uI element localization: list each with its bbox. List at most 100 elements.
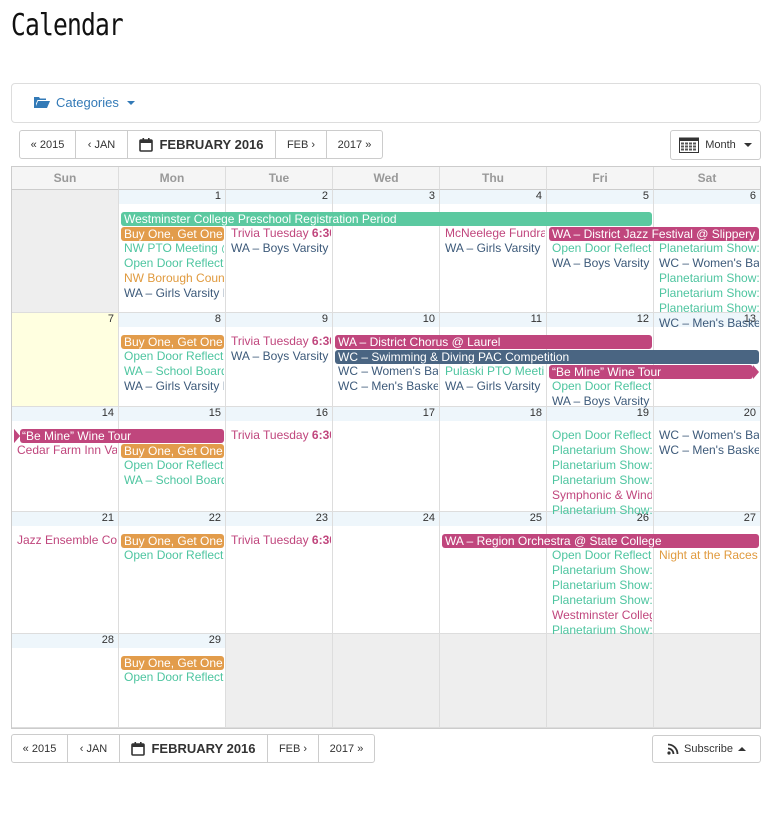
- day-cell[interactable]: [333, 634, 440, 728]
- day-cell[interactable]: 16: [226, 407, 333, 512]
- subscribe-button[interactable]: Subscribe: [652, 735, 761, 763]
- allday-event-bar[interactable]: WC – Swimming & Diving PAC Competition: [335, 350, 759, 364]
- day-cell[interactable]: 17: [333, 407, 440, 512]
- day-cell[interactable]: 23: [226, 512, 333, 634]
- view-selector-button[interactable]: Month: [670, 130, 761, 160]
- event-item[interactable]: WA – Boys Varsity: [549, 256, 652, 271]
- current-month-button[interactable]: FEBRUARY 2016: [119, 734, 268, 763]
- next-year-button[interactable]: 2017 »: [318, 734, 375, 763]
- event-time: 6:30: [311, 533, 331, 547]
- allday-event-bar[interactable]: Buy One, Get One: [121, 656, 224, 670]
- day-cell[interactable]: 18: [440, 407, 547, 512]
- day-number: 11: [530, 313, 542, 325]
- next-year-button[interactable]: 2017 »: [326, 130, 383, 159]
- event-item[interactable]: Planetarium Show:: [656, 241, 759, 256]
- event-item[interactable]: McNeelege Fundra: [442, 226, 545, 241]
- event-item[interactable]: Jazz Ensemble Co: [14, 533, 117, 548]
- event-item[interactable]: Pulaski PTO Meeti: [442, 364, 545, 379]
- event-item[interactable]: Planetarium Show:: [656, 301, 759, 316]
- day-cell[interactable]: 28: [12, 634, 119, 728]
- event-item[interactable]: WC – Women's Ba: [656, 256, 759, 271]
- day-cell[interactable]: [226, 634, 333, 728]
- event-item[interactable]: WA – School Board: [121, 473, 224, 488]
- prev-month-button[interactable]: ‹ JAN: [75, 130, 128, 159]
- event-item[interactable]: Planetarium Show:: [549, 473, 652, 488]
- allday-event-bar[interactable]: Buy One, Get One: [121, 335, 224, 349]
- allday-event-bar[interactable]: WA – District Chorus @ Laurel: [335, 335, 652, 349]
- day-cell[interactable]: 7: [12, 313, 119, 407]
- event-item[interactable]: Planetarium Show:: [549, 458, 652, 473]
- allday-event-bar[interactable]: WA – Region Orchestra @ State College: [442, 534, 759, 548]
- event-item[interactable]: WC – Men's Baske: [335, 379, 438, 394]
- current-month-button[interactable]: FEBRUARY 2016: [127, 130, 276, 159]
- day-number: 15: [208, 407, 221, 419]
- event-item[interactable]: Open Door Reflect: [121, 458, 224, 473]
- event-item[interactable]: Open Door Reflect: [549, 428, 652, 443]
- event-item[interactable]: Open Door Reflect: [549, 379, 652, 394]
- day-cell[interactable]: 20: [654, 407, 760, 512]
- day-cell[interactable]: [440, 634, 547, 728]
- event-item[interactable]: WC – Men's Baske: [656, 443, 759, 458]
- allday-event-bar[interactable]: WA – District Jazz Festival @ Slippery R…: [549, 227, 759, 241]
- day-cell[interactable]: 27: [654, 512, 760, 634]
- event-item[interactable]: WC – Women's Ba: [335, 364, 438, 379]
- event-item[interactable]: Open Door Reflect: [121, 256, 224, 271]
- event-item[interactable]: Planetarium Show:: [549, 443, 652, 458]
- event-item[interactable]: NW PTO Meeting @: [121, 241, 224, 256]
- day-cell[interactable]: 14: [12, 407, 119, 512]
- event-item[interactable]: Open Door Reflect: [121, 670, 224, 685]
- event-item[interactable]: Cedar Farm Inn Va: [14, 443, 117, 458]
- event-item[interactable]: WA – Girls Varsity I: [121, 286, 224, 301]
- event-item[interactable]: WA – Girls Varsity: [442, 379, 545, 394]
- day-cell[interactable]: [12, 190, 119, 313]
- day-cell[interactable]: [547, 634, 654, 728]
- event-item[interactable]: NW Borough Coun: [121, 271, 224, 286]
- prev-year-button[interactable]: « 2015: [11, 734, 68, 763]
- event-item[interactable]: Open Door Reflect: [549, 548, 652, 563]
- event-item[interactable]: Trivia Tuesday 6:30: [228, 428, 331, 443]
- allday-event-bar[interactable]: Buy One, Get One: [121, 534, 224, 548]
- event-item[interactable]: Planetarium Show:: [549, 623, 652, 638]
- subscribe-label: Subscribe: [684, 743, 733, 755]
- day-cell[interactable]: 3: [333, 190, 440, 313]
- event-item[interactable]: Trivia Tuesday 6:30: [228, 334, 331, 349]
- event-item[interactable]: Open Door Reflect: [121, 349, 224, 364]
- event-item[interactable]: Planetarium Show:: [549, 578, 652, 593]
- next-month-button[interactable]: FEB ›: [267, 734, 319, 763]
- event-item[interactable]: Open Door Reflect: [121, 548, 224, 563]
- event-item[interactable]: Night at the Races: [656, 548, 759, 563]
- day-cell[interactable]: 24: [333, 512, 440, 634]
- event-title: Symphonic & Wind: [552, 488, 652, 502]
- event-item[interactable]: Planetarium Show:: [549, 563, 652, 578]
- categories-dropdown[interactable]: Categories: [34, 95, 135, 110]
- event-item[interactable]: Planetarium Show:: [656, 286, 759, 301]
- event-item[interactable]: WA – Girls Varsity I: [121, 379, 224, 394]
- event-item[interactable]: WC – Women's Ba: [656, 428, 759, 443]
- next-month-button[interactable]: FEB ›: [275, 130, 327, 159]
- event-item[interactable]: Trivia Tuesday 6:30: [228, 226, 331, 241]
- event-item[interactable]: Symphonic & Wind: [549, 488, 652, 503]
- day-cell[interactable]: 25: [440, 512, 547, 634]
- event-item[interactable]: Open Door Reflect: [549, 241, 652, 256]
- allday-event-bar[interactable]: Buy One, Get One: [121, 227, 224, 241]
- event-item[interactable]: Westminster Colleg: [549, 608, 652, 623]
- day-cell[interactable]: 21: [12, 512, 119, 634]
- allday-event-bar[interactable]: “Be Mine” Wine Tour: [549, 365, 753, 379]
- event-item[interactable]: Planetarium Show:: [549, 593, 652, 608]
- event-item[interactable]: WA – Girls Varsity: [442, 241, 545, 256]
- allday-event-bar[interactable]: Buy One, Get One: [121, 444, 224, 458]
- event-item[interactable]: WA – Boys Varsity: [228, 349, 331, 364]
- prev-year-button[interactable]: « 2015: [19, 130, 76, 159]
- allday-event-bar[interactable]: Westminster College Preschool Registrati…: [121, 212, 652, 226]
- event-item[interactable]: WA – School Board: [121, 364, 224, 379]
- event-item[interactable]: Trivia Tuesday 6:30: [228, 533, 331, 548]
- event-item[interactable]: Planetarium Show:: [656, 271, 759, 286]
- event-item[interactable]: WA – Boys Varsity: [549, 394, 652, 409]
- event-item[interactable]: Planetarium Show:: [549, 503, 652, 518]
- event-item[interactable]: WC – Men's Baske: [656, 316, 759, 331]
- day-cell[interactable]: 22: [119, 512, 226, 634]
- allday-event-bar[interactable]: “Be Mine” Wine Tour: [20, 429, 224, 443]
- day-cell[interactable]: [654, 634, 760, 728]
- prev-month-button[interactable]: ‹ JAN: [67, 734, 120, 763]
- event-item[interactable]: WA – Boys Varsity: [228, 241, 331, 256]
